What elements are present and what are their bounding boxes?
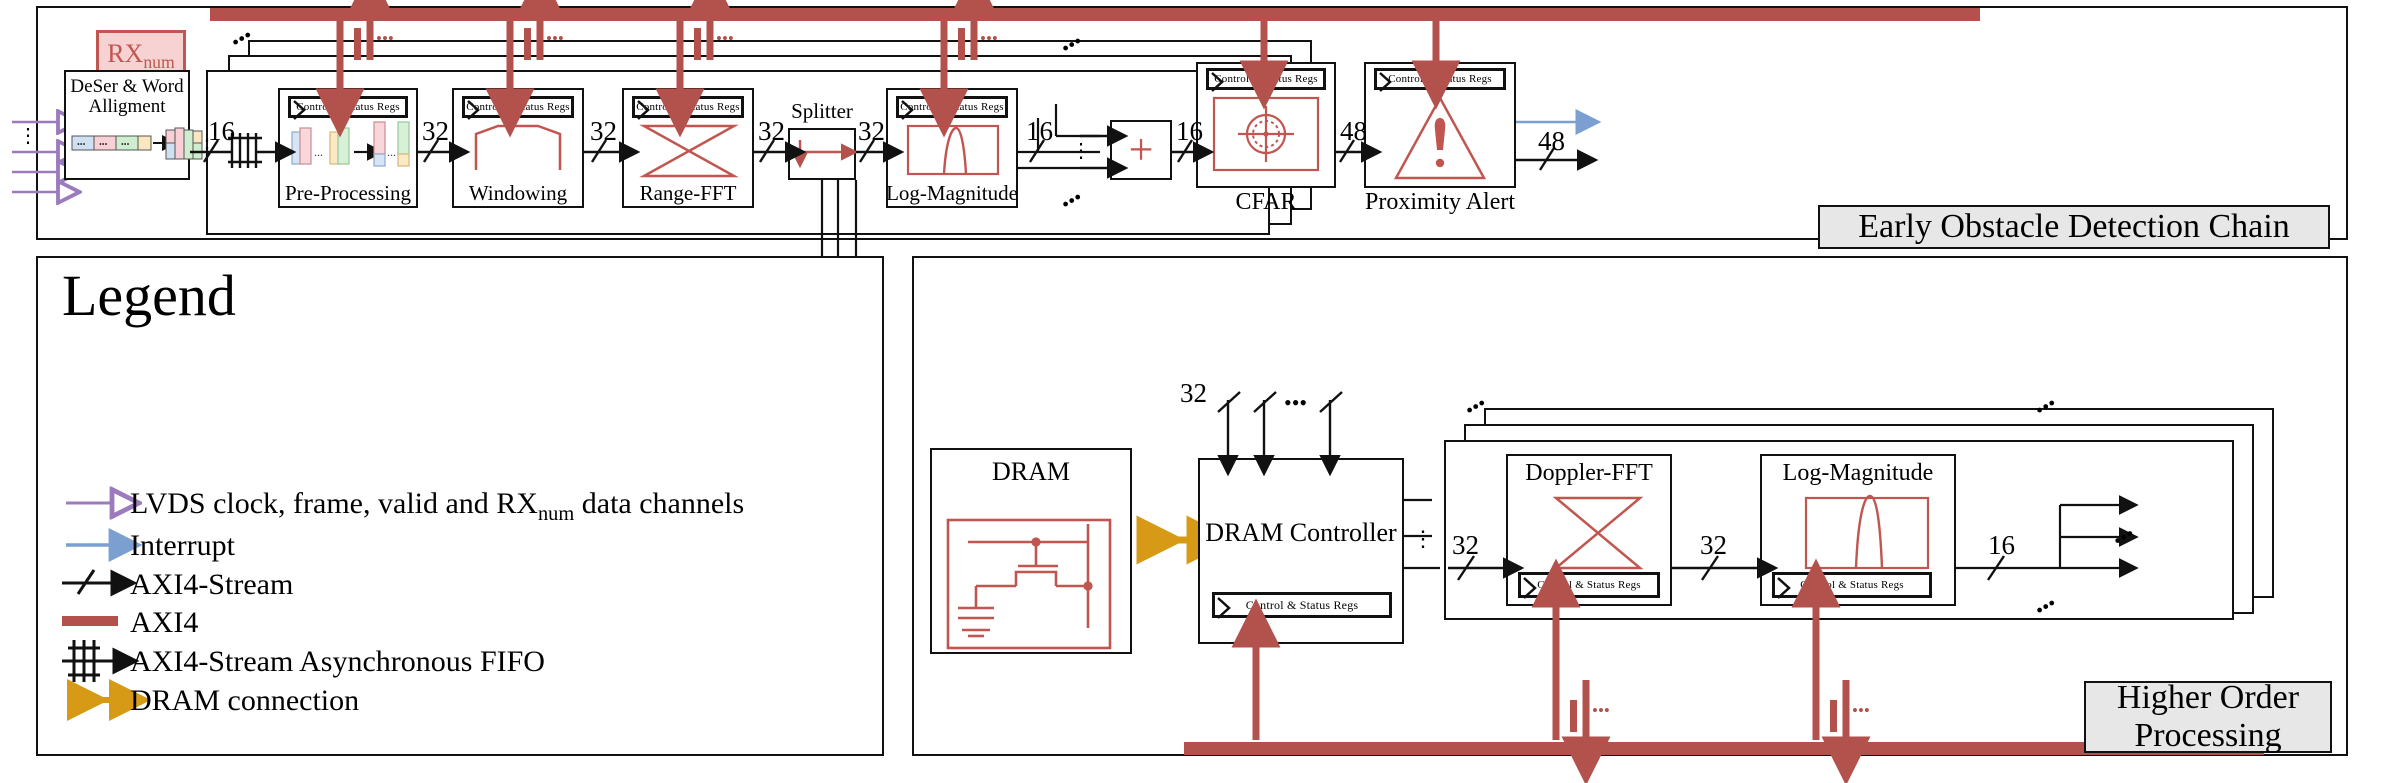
higher-order-title-line1: Higher Order (2116, 678, 2300, 716)
higher-order-title-line2: Processing (2134, 717, 2282, 754)
diagram-canvas: RXnum ⋮ DeSer & Word Alligment ••• ••• •… (0, 0, 2383, 783)
width-bottom-logmag-out: 16 (1988, 530, 2015, 560)
width-doppler-out: 32 (1700, 530, 1727, 560)
width-bottom-input: 32 (1180, 378, 1207, 408)
svg-text:•••: ••• (1852, 701, 1870, 720)
width-controller-out: 32 (1452, 530, 1479, 560)
higher-order-processing-title: Higher Order Processing (2084, 678, 2332, 754)
svg-text:•••: ••• (1592, 701, 1610, 720)
